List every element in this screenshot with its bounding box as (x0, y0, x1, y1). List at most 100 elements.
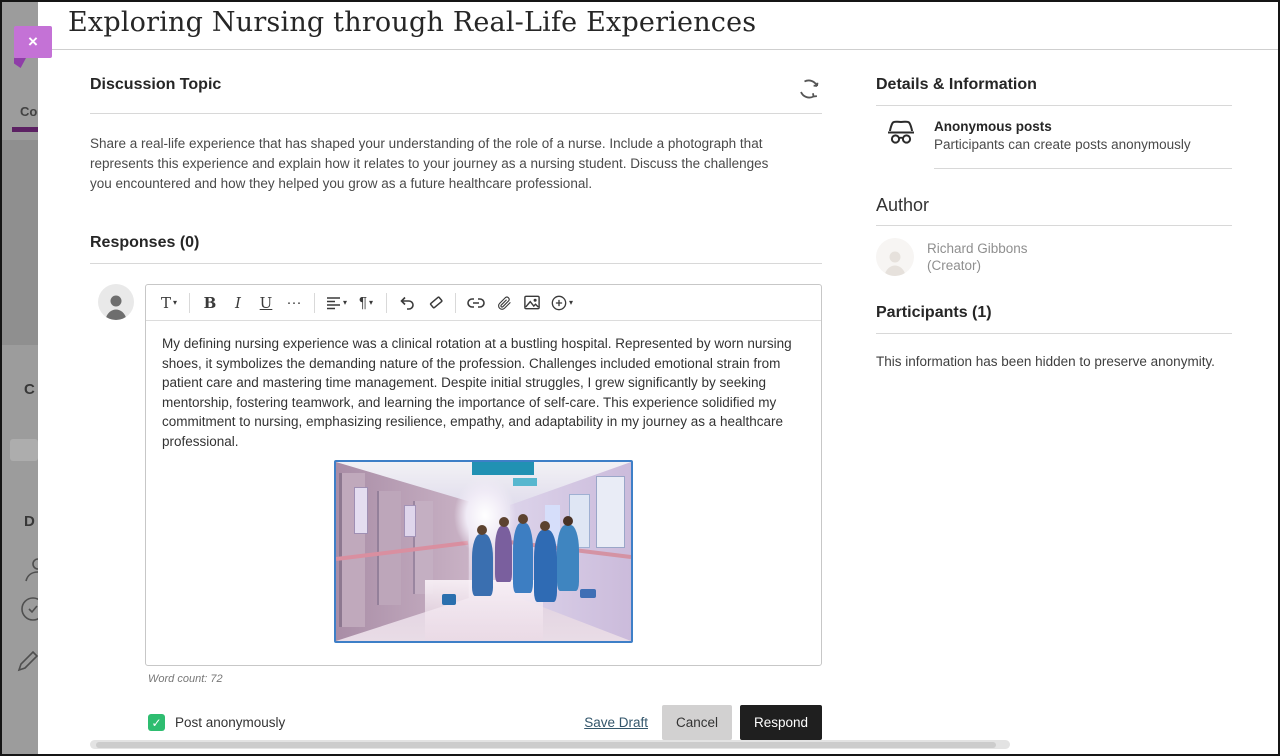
main-column: Discussion Topic Share a real-life exper… (90, 50, 822, 740)
editor-toolbar: T ▾ B I U ··· ▾ (146, 285, 821, 321)
corridor-floor-item (442, 594, 456, 605)
post-anonymously-control: ✓ Post anonymously (148, 714, 285, 731)
paragraph-icon: ¶ (359, 294, 367, 311)
more-formatting-button[interactable]: ··· (281, 289, 307, 317)
check-icon: ✓ (151, 716, 161, 730)
corridor-ceiling-sign (472, 462, 534, 475)
link-icon (467, 296, 485, 310)
post-anonymously-label: Post anonymously (175, 715, 285, 730)
nurse-figure (472, 534, 493, 596)
paragraph-button[interactable]: ¶ ▾ (353, 289, 379, 317)
corridor-wall-frame (404, 505, 416, 537)
insert-content-button[interactable]: ▾ (547, 289, 577, 317)
divider (934, 168, 1232, 169)
underline-icon: U (260, 294, 273, 312)
author-name: Richard Gibbons (927, 240, 1028, 257)
horizontal-scrollbar[interactable] (90, 740, 1010, 749)
toolbar-divider (386, 293, 387, 313)
chevron-down-icon: ▾ (369, 298, 373, 307)
corridor-floor-item (580, 589, 596, 598)
align-button[interactable]: ▾ (322, 289, 351, 317)
close-icon: × (28, 32, 38, 52)
avatar-icon (101, 290, 131, 320)
close-button-ribbon (14, 58, 26, 68)
bold-icon: B (204, 294, 217, 312)
paperclip-icon (497, 295, 512, 311)
more-icon: ··· (287, 294, 302, 311)
italic-icon: I (235, 294, 241, 312)
backdrop-box-fragment (10, 439, 38, 461)
discussion-topic-header: Discussion Topic (90, 76, 822, 114)
editor-content-area[interactable]: My defining nursing experience was a cli… (146, 321, 821, 666)
corridor-wall-frame (354, 487, 369, 534)
attached-image-hospital-corridor[interactable] (334, 460, 633, 643)
avatar (98, 284, 134, 320)
clear-formatting-button[interactable] (422, 289, 448, 317)
corridor-ceiling-sign-small (513, 478, 537, 486)
anonymous-posts-subtitle: Participants can create posts anonymousl… (934, 137, 1191, 152)
nurse-figure (495, 526, 512, 582)
chevron-down-icon: ▾ (569, 298, 573, 307)
author-heading: Author (876, 195, 1232, 226)
discussion-overlay-panel: Exploring Nursing through Real-Life Expe… (38, 2, 1278, 754)
screen: Pl Co C D Exploring Nursing through Real… (0, 0, 1280, 756)
bold-button[interactable]: B (197, 289, 223, 317)
anonymous-posts-info: Anonymous posts Participants can create … (876, 119, 1232, 152)
author-name-block: Richard Gibbons (Creator) (927, 238, 1028, 274)
scrollbar-thumb[interactable] (96, 742, 996, 748)
action-buttons: Save Draft Cancel Respond (584, 705, 822, 740)
participants-heading: Participants (1) (876, 304, 1232, 334)
text-style-icon: T (161, 294, 171, 312)
chevron-down-icon: ▾ (343, 298, 347, 307)
italic-button[interactable]: I (225, 289, 251, 317)
chevron-down-icon: ▾ (173, 298, 177, 307)
nurse-figure (534, 530, 557, 602)
backdrop-tab-fragment: Co (20, 104, 37, 119)
details-heading: Details & Information (876, 76, 1232, 106)
details-column: Details & Information Anonymous posts Pa… (876, 50, 1232, 369)
anonymous-posts-title: Anonymous posts (934, 119, 1191, 134)
author-row: Richard Gibbons (Creator) (876, 238, 1232, 276)
cancel-button[interactable]: Cancel (662, 705, 732, 740)
undo-icon (399, 296, 415, 310)
toolbar-divider (455, 293, 456, 313)
insert-image-button[interactable] (519, 289, 545, 317)
underline-button[interactable]: U (253, 289, 279, 317)
nurse-figure (557, 525, 579, 591)
author-role: (Creator) (927, 257, 1028, 274)
backdrop-active-tab-indicator (12, 127, 40, 132)
backdrop-course-banner (2, 140, 38, 345)
response-editor-row: T ▾ B I U ··· ▾ (90, 284, 822, 666)
anonymity-note: This information has been hidden to pres… (876, 354, 1232, 369)
title-bar: Exploring Nursing through Real-Life Expe… (38, 2, 1278, 50)
incognito-icon (886, 119, 916, 145)
close-panel-button[interactable]: × (14, 26, 52, 58)
image-icon (524, 295, 540, 310)
backdrop-heading-fragment: C (24, 381, 35, 398)
corridor-equipment (596, 476, 626, 548)
editor-footer: ✓ Post anonymously Save Draft Cancel Res… (148, 705, 822, 740)
refresh-icon[interactable] (796, 76, 822, 102)
author-avatar (876, 238, 914, 276)
backdrop-heading-fragment: D (24, 513, 35, 530)
responses-header: Responses (0) (90, 234, 822, 264)
undo-button[interactable] (394, 289, 420, 317)
align-icon (326, 296, 341, 310)
text-style-button[interactable]: T ▾ (156, 289, 182, 317)
rich-text-editor: T ▾ B I U ··· ▾ (145, 284, 822, 666)
word-count: Word count: 72 (140, 673, 822, 685)
insert-icon (551, 295, 567, 311)
page-title: Exploring Nursing through Real-Life Expe… (68, 7, 756, 38)
discussion-topic-heading: Discussion Topic (90, 76, 221, 94)
editor-text: My defining nursing experience was a cli… (162, 336, 792, 449)
insert-link-button[interactable] (463, 289, 489, 317)
respond-button[interactable]: Respond (740, 705, 822, 740)
eraser-icon (427, 295, 443, 310)
post-anonymously-checkbox[interactable]: ✓ (148, 714, 165, 731)
nurse-figure (513, 523, 533, 593)
toolbar-divider (314, 293, 315, 313)
corridor-door (377, 491, 401, 606)
anonymous-posts-text: Anonymous posts Participants can create … (934, 119, 1191, 152)
attach-file-button[interactable] (491, 289, 517, 317)
save-draft-link[interactable]: Save Draft (584, 715, 648, 730)
